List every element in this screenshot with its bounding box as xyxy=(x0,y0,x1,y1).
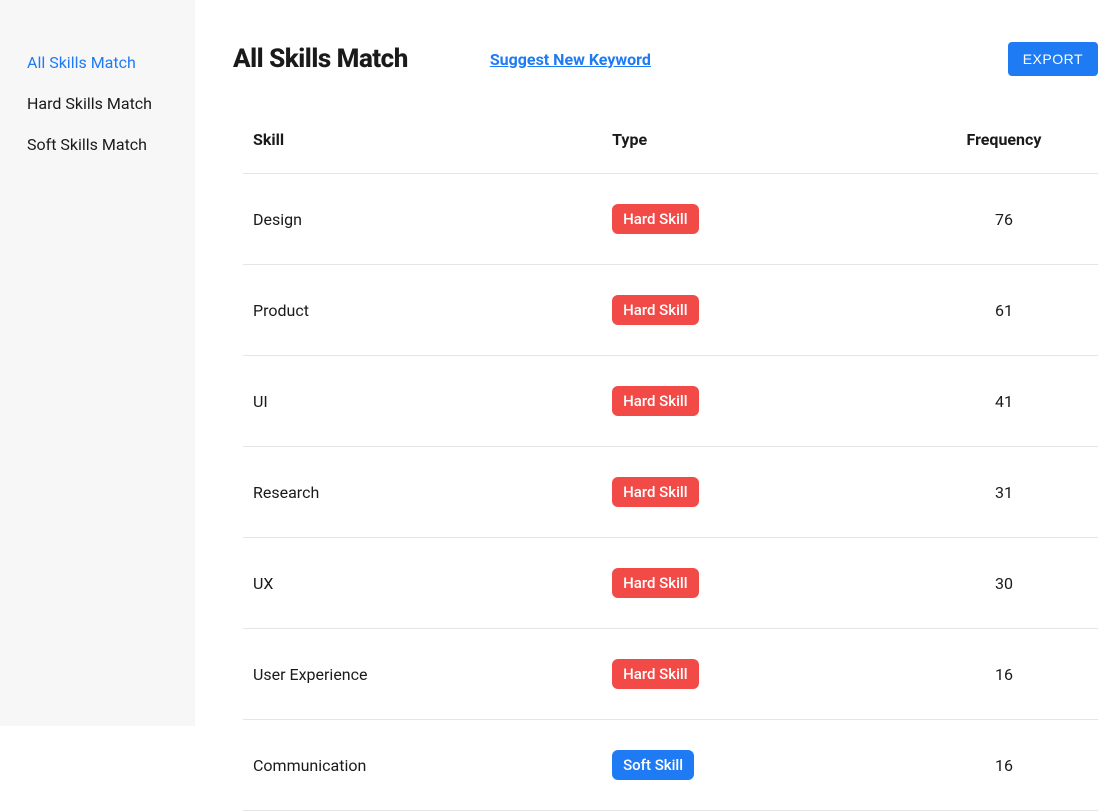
col-header-type: Type xyxy=(602,116,910,174)
sidebar: All Skills Match Hard Skills Match Soft … xyxy=(0,0,195,726)
sidebar-item-hard-skills[interactable]: Hard Skills Match xyxy=(0,83,195,124)
hard-skill-badge: Hard Skill xyxy=(612,659,698,689)
cell-type: Soft Skill xyxy=(602,720,910,811)
cell-frequency: 16 xyxy=(910,720,1098,811)
table-header-row: Skill Type Frequency xyxy=(243,116,1098,174)
hard-skill-badge: Hard Skill xyxy=(612,204,698,234)
skills-table-wrap: Skill Type Frequency DesignHard Skill76P… xyxy=(233,116,1098,811)
sidebar-item-all-skills[interactable]: All Skills Match xyxy=(0,42,195,83)
cell-frequency: 76 xyxy=(910,174,1098,265)
soft-skill-badge: Soft Skill xyxy=(612,750,694,780)
cell-frequency: 30 xyxy=(910,538,1098,629)
cell-skill: Communication xyxy=(243,720,602,811)
table-row: UI Hard Skill 41 xyxy=(243,356,1098,447)
hard-skill-badge: Hard Skill xyxy=(612,295,698,325)
cell-type: Hard Skill xyxy=(602,265,910,356)
cell-type: Hard Skill xyxy=(602,174,910,265)
export-button[interactable]: EXPORT xyxy=(1008,42,1098,76)
cell-frequency: 31 xyxy=(910,447,1098,538)
col-header-frequency: Frequency xyxy=(910,116,1098,174)
cell-skill: Research xyxy=(243,447,602,538)
cell-skill: Design xyxy=(243,174,602,265)
skills-table: Skill Type Frequency DesignHard Skill76P… xyxy=(243,116,1098,811)
cell-skill: Product xyxy=(243,265,602,356)
suggest-keyword-link[interactable]: Suggest New Keyword xyxy=(490,50,651,69)
hard-skill-badge: Hard Skill xyxy=(612,477,698,507)
table-row: Research Hard Skill 31 xyxy=(243,447,1098,538)
table-row: Product Hard Skill 61 xyxy=(243,265,1098,356)
sidebar-item-soft-skills[interactable]: Soft Skills Match xyxy=(0,124,195,165)
page-header: All Skills Match Suggest New Keyword EXP… xyxy=(233,42,1098,76)
cell-skill: UX xyxy=(243,538,602,629)
hard-skill-badge: Hard Skill xyxy=(612,568,698,598)
cell-skill: UI xyxy=(243,356,602,447)
cell-type: Hard Skill xyxy=(602,538,910,629)
col-header-skill: Skill xyxy=(243,116,602,174)
page-title: All Skills Match xyxy=(233,44,408,74)
cell-frequency: 41 xyxy=(910,356,1098,447)
cell-frequency: 16 xyxy=(910,629,1098,720)
main-content: All Skills Match Suggest New Keyword EXP… xyxy=(195,0,1118,726)
table-row: UX Hard Skill 30 xyxy=(243,538,1098,629)
hard-skill-badge: Hard Skill xyxy=(612,386,698,416)
cell-type: Hard Skill xyxy=(602,447,910,538)
cell-skill: User Experience xyxy=(243,629,602,720)
table-row: User Experience Hard Skill 16 xyxy=(243,629,1098,720)
cell-type: Hard Skill xyxy=(602,356,910,447)
table-row: Design Hard Skill 76 xyxy=(243,174,1098,265)
cell-type: Hard Skill xyxy=(602,629,910,720)
table-row: Communication Soft Skill 16 xyxy=(243,720,1098,811)
cell-frequency: 61 xyxy=(910,265,1098,356)
